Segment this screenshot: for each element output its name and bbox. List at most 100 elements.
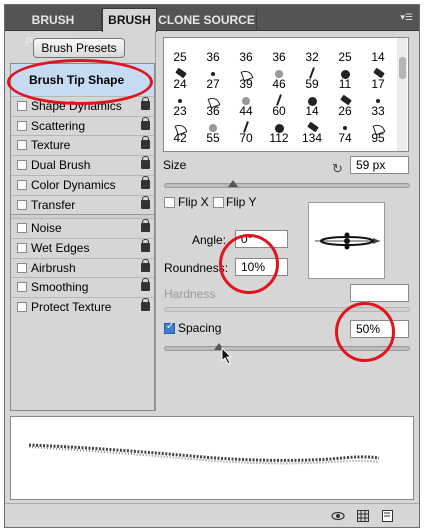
brush-tip-cell[interactable]: 46 [264, 66, 294, 92]
option-protect-texture[interactable]: Protect Texture [11, 297, 154, 316]
brush-tip-cell[interactable]: 11 [330, 66, 360, 92]
brush-tip-cell[interactable]: 55 [198, 120, 228, 146]
brush-tip-cell[interactable]: 14 [363, 39, 393, 65]
brush-tip-cell[interactable]: 27 [198, 66, 228, 92]
lock-icon[interactable] [141, 156, 150, 170]
brush-tip-size: 39 [239, 77, 253, 91]
tip-grid-scrollbar[interactable] [397, 38, 407, 151]
panel-menu-icon[interactable]: ▾☰ [400, 12, 413, 23]
option-scattering[interactable]: Scattering [11, 115, 154, 135]
option-airbrush[interactable]: Airbrush [11, 257, 154, 277]
brush-tip-size: 42 [173, 131, 187, 145]
brush-tip-cell[interactable]: 112 [264, 120, 294, 146]
brush-tip-cell[interactable]: 36 [198, 93, 228, 119]
brush-tip-cell[interactable]: 36 [231, 39, 261, 65]
brush-tip-cell[interactable]: 74 [330, 120, 360, 146]
roundness-field[interactable]: 10% [235, 258, 288, 276]
option-checkbox[interactable] [17, 120, 27, 131]
option-checkbox[interactable] [17, 199, 27, 210]
brush-tip-cell[interactable]: 25 [330, 39, 360, 65]
brush-tip-cell[interactable]: 39 [231, 66, 261, 92]
option-wet-edges[interactable]: Wet Edges [11, 237, 154, 257]
option-checkbox[interactable] [17, 242, 27, 253]
option-checkbox[interactable] [17, 302, 27, 312]
option-color-dynamics[interactable]: Color Dynamics [11, 174, 154, 194]
brush-tip-cell[interactable]: 60 [264, 93, 294, 119]
size-field[interactable]: 59 px [350, 156, 409, 174]
brush-tip-cell[interactable]: 32 [297, 39, 327, 65]
option-checkbox[interactable] [17, 101, 27, 111]
size-label: Size [163, 158, 187, 172]
lock-icon[interactable] [141, 136, 150, 150]
option-texture[interactable]: Texture [11, 135, 154, 154]
option-checkbox[interactable] [17, 179, 27, 190]
brush-tip-size: 25 [173, 50, 187, 64]
tip-grid-scroll-thumb[interactable] [399, 57, 406, 79]
hardness-slider[interactable] [164, 307, 410, 312]
tab-brush[interactable]: BRUSH [102, 8, 157, 32]
option-checkbox[interactable] [17, 282, 27, 293]
brush-tip-cell[interactable]: 23 [165, 93, 195, 119]
reset-size-icon[interactable]: ↻ [332, 161, 343, 177]
tab-clone-source[interactable]: CLONE SOURCE [157, 9, 257, 31]
lock-icon[interactable] [141, 195, 150, 209]
brush-tip-cell[interactable]: 33 [363, 93, 393, 119]
eye-icon[interactable] [331, 510, 345, 522]
brush-tip-grid[interactable]: 25 36 36 36 32 25 14 24 27 39 46 59 11 17 23 36 44 60 14 26… [163, 37, 409, 152]
brush-presets-button[interactable]: Brush Presets [33, 38, 125, 58]
option-shape-dynamics[interactable]: Shape Dynamics [11, 96, 154, 115]
spacing-field[interactable]: 50% [350, 320, 409, 338]
lock-icon[interactable] [141, 258, 150, 272]
brush-tip-cell[interactable]: 44 [231, 93, 261, 119]
option-smoothing[interactable]: Smoothing [11, 277, 154, 296]
size-slider-thumb[interactable] [228, 180, 238, 187]
brush-tip-cell[interactable]: 59 [297, 66, 327, 92]
brush-tip-size: 11 [338, 77, 352, 91]
hardness-field[interactable] [350, 284, 409, 302]
brush-tip-cell[interactable]: 24 [165, 66, 195, 92]
spacing-checkbox[interactable] [164, 321, 175, 334]
spacing-slider[interactable] [164, 346, 410, 351]
brush-tip-cell[interactable]: 95 [363, 120, 393, 146]
flip-x-checkbox[interactable] [164, 197, 175, 208]
brush-panel: BRUSH PRESETS BRUSH CLONE SOURCE ▾☰ Brus… [4, 4, 420, 528]
lock-icon[interactable] [141, 175, 150, 189]
tab-bar: BRUSH PRESETS BRUSH CLONE SOURCE ▾☰ [5, 5, 419, 49]
brush-tip-cell[interactable]: 14 [297, 93, 327, 119]
lock-icon[interactable] [141, 116, 150, 130]
brush-tip-cell[interactable]: 134 [297, 120, 327, 146]
brush-tip-cell[interactable]: 42 [165, 120, 195, 146]
new-preset-icon[interactable] [381, 510, 393, 522]
option-checkbox[interactable] [17, 160, 27, 171]
flip-y-checkbox[interactable] [213, 197, 224, 208]
spacing-label: Spacing [178, 321, 222, 335]
brush-tip-size: 36 [239, 50, 253, 64]
brush-tip-cell[interactable]: 70 [231, 120, 261, 146]
option-label: Wet Edges [31, 240, 90, 255]
lock-icon[interactable] [141, 298, 150, 311]
tab-brush-presets[interactable]: BRUSH PRESETS [5, 9, 102, 49]
option-dual-brush[interactable]: Dual Brush [11, 155, 154, 174]
brush-tip-cell[interactable]: 25 [165, 39, 195, 65]
option-checkbox[interactable] [17, 262, 27, 273]
brush-tip-size: 59 [305, 77, 319, 91]
brush-tip-cell[interactable]: 36 [198, 39, 228, 65]
brush-tip-cell[interactable]: 26 [330, 93, 360, 119]
grid-icon[interactable] [357, 510, 369, 522]
brush-tip-cell[interactable]: 17 [363, 66, 393, 92]
option-checkbox[interactable] [17, 140, 27, 151]
brush-angle-preview[interactable] [308, 202, 385, 279]
option-checkbox[interactable] [17, 223, 27, 234]
option-transfer[interactable]: Transfer [11, 194, 154, 214]
lock-icon[interactable] [141, 238, 150, 252]
brush-tip-size: 14 [305, 104, 319, 118]
brush-tip-shape-item[interactable]: Brush Tip Shape [11, 64, 154, 96]
option-noise[interactable]: Noise [11, 218, 154, 237]
angle-field[interactable]: 0° [235, 230, 288, 248]
lock-icon[interactable] [141, 97, 150, 110]
brush-options-list: Brush Tip Shape Shape Dynamics Scattering… [10, 63, 155, 411]
brush-tip-cell[interactable]: 36 [264, 39, 294, 65]
lock-icon[interactable] [141, 219, 150, 233]
size-slider[interactable] [164, 183, 410, 188]
lock-icon[interactable] [141, 278, 150, 292]
